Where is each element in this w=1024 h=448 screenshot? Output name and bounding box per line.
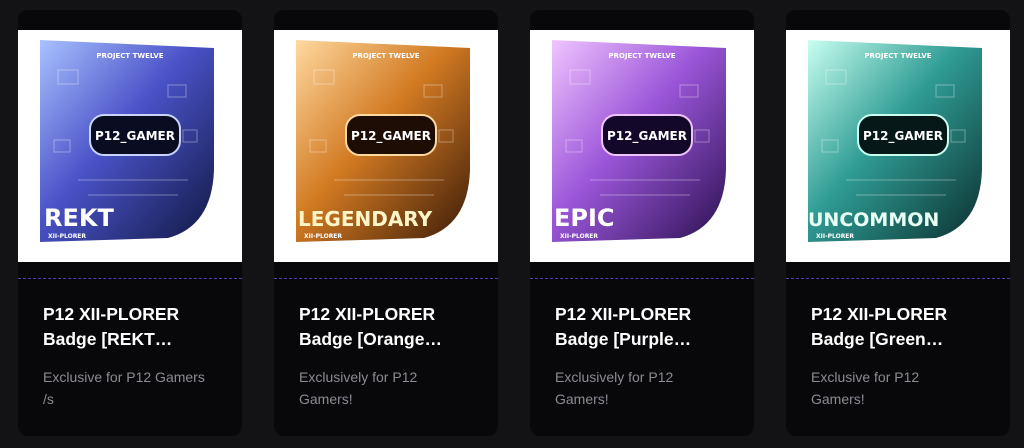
card-divider (274, 278, 498, 279)
product-description-line2: Gamers! (811, 391, 865, 407)
product-description-line1: Exclusive for P12 (811, 369, 920, 385)
badge-visor-text: P12_GAMER (95, 129, 175, 144)
product-title[interactable]: P12 XII-PLORER Badge [Orange… (299, 302, 479, 352)
product-title-line1: P12 XII-PLORER (555, 304, 692, 324)
product-title[interactable]: P12 XII-PLORER Badge [Green… (811, 302, 991, 352)
product-image[interactable]: PROJECT TWELVE P12_GAMER UNCOMMON XII-PL… (786, 30, 1010, 262)
badge-visor-text: P12_GAMER (351, 129, 431, 144)
product-title[interactable]: P12 XII-PLORER Badge [Purple… (555, 302, 735, 352)
badge-visor-text: P12_GAMER (607, 129, 687, 144)
product-title-line2: Badge [REKT… (43, 329, 173, 349)
badge-rank-text: UNCOMMON (808, 209, 939, 231)
badge-sub-text: XII-PLORER (304, 233, 342, 240)
badge-sub-text: XII-PLORER (560, 233, 598, 240)
badge-rank-text: EPIC (554, 204, 615, 232)
product-title[interactable]: P12 XII-PLORER Badge [REKT… (43, 302, 223, 352)
product-title-line2: Badge [Orange… (299, 329, 442, 349)
badge-visor-text: P12_GAMER (863, 129, 943, 144)
product-title-line1: P12 XII-PLORER (43, 304, 180, 324)
product-title-line1: P12 XII-PLORER (299, 304, 436, 324)
product-title-line2: Badge [Green… (811, 329, 944, 349)
product-description-line1: Exclusive for P12 Gamers (43, 369, 205, 385)
product-description: Exclusively for P12 Gamers! (555, 366, 740, 410)
product-description-line2: /s (43, 391, 54, 407)
badge-image: PROJECT TWELVE P12_GAMER EPIC XII-PLORER (552, 40, 726, 242)
badge-sub-text: XII-PLORER (816, 233, 854, 240)
badge-image: PROJECT TWELVE P12_GAMER LEGENDARY XII-P… (296, 40, 470, 242)
badge-sub-text: XII-PLORER (48, 233, 86, 240)
product-card[interactable]: PROJECT TWELVE P12_GAMER LEGENDARY XII-P… (274, 10, 498, 436)
product-description-line1: Exclusively for P12 (299, 369, 418, 385)
product-description: Exclusive for P12 Gamers /s (43, 366, 228, 410)
product-title-line1: P12 XII-PLORER (811, 304, 948, 324)
product-card[interactable]: PROJECT TWELVE P12_GAMER UNCOMMON XII-PL… (786, 10, 1010, 436)
product-image[interactable]: PROJECT TWELVE P12_GAMER REKT XII-PLORER (18, 30, 242, 262)
product-title-line2: Badge [Purple… (555, 329, 692, 349)
product-image[interactable]: PROJECT TWELVE P12_GAMER EPIC XII-PLORER (530, 30, 754, 262)
product-description-line2: Gamers! (299, 391, 353, 407)
card-divider (786, 278, 1010, 279)
badge-image: PROJECT TWELVE P12_GAMER UNCOMMON XII-PL… (808, 40, 982, 242)
product-description-line2: Gamers! (555, 391, 609, 407)
badge-brand-text: PROJECT TWELVE (608, 52, 675, 60)
badge-rank-text: LEGENDARY (298, 207, 433, 231)
product-image[interactable]: PROJECT TWELVE P12_GAMER LEGENDARY XII-P… (274, 30, 498, 262)
product-description-line1: Exclusively for P12 (555, 369, 674, 385)
product-grid: PROJECT TWELVE P12_GAMER REKT XII-PLORER… (0, 0, 1024, 448)
product-description: Exclusively for P12 Gamers! (299, 366, 484, 410)
product-card[interactable]: PROJECT TWELVE P12_GAMER REKT XII-PLORER… (18, 10, 242, 436)
badge-brand-text: PROJECT TWELVE (96, 52, 163, 60)
badge-brand-text: PROJECT TWELVE (352, 52, 419, 60)
product-card[interactable]: PROJECT TWELVE P12_GAMER EPIC XII-PLORER… (530, 10, 754, 436)
product-description: Exclusive for P12 Gamers! (811, 366, 996, 410)
badge-rank-text: REKT (44, 204, 114, 232)
badge-brand-text: PROJECT TWELVE (864, 52, 931, 60)
card-divider (18, 278, 242, 279)
badge-image: PROJECT TWELVE P12_GAMER REKT XII-PLORER (40, 40, 214, 242)
card-divider (530, 278, 754, 279)
